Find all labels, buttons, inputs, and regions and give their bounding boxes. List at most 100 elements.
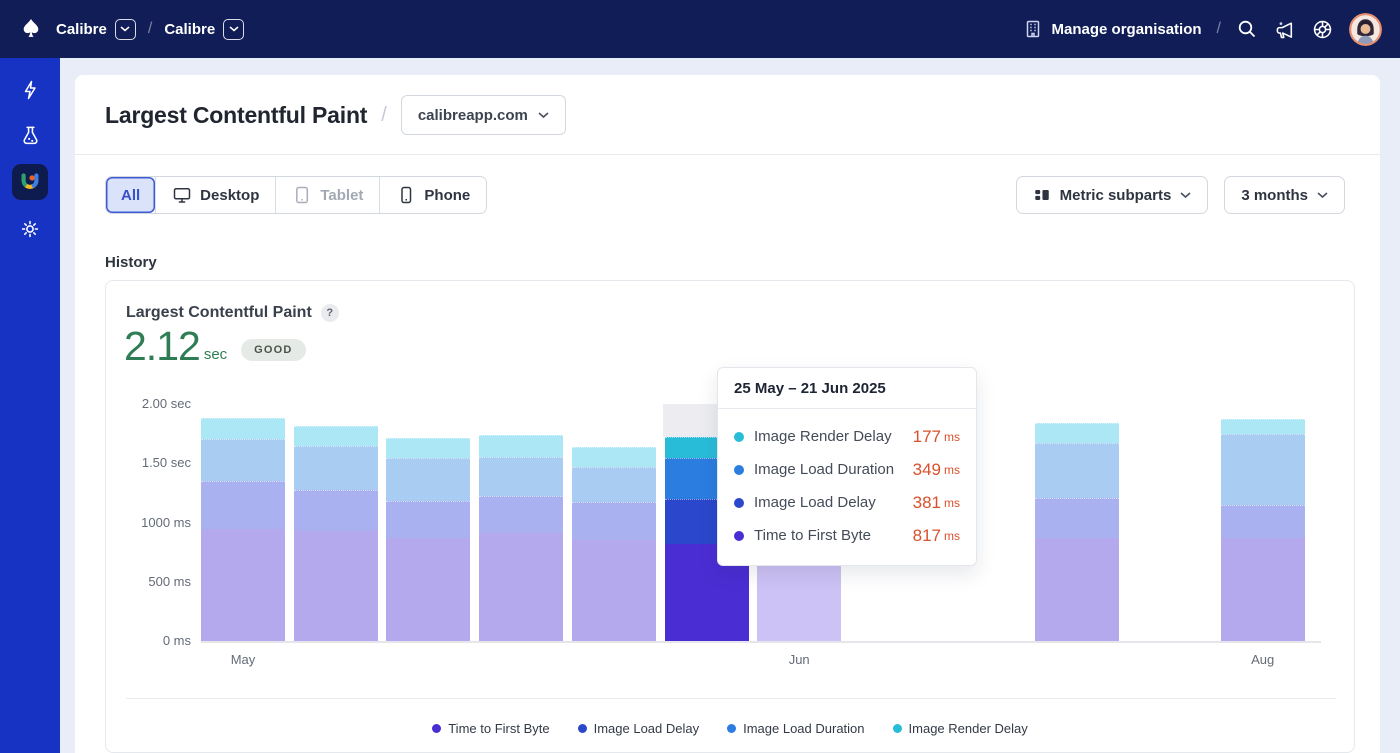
legend-label: Image Render Delay	[909, 721, 1028, 736]
metric-unit: sec	[204, 346, 227, 363]
sidebar-crux-active-item[interactable]	[12, 164, 48, 200]
bar-segment-image-load-duration	[386, 458, 470, 501]
y-axis-tick: 2.00 sec	[106, 396, 191, 411]
legend-item[interactable]: Time to First Byte	[432, 721, 549, 736]
chart-title: Largest Contentful Paint	[126, 304, 312, 322]
tab-phone[interactable]: Phone	[379, 177, 486, 213]
help-lifebuoy-icon[interactable]	[1311, 18, 1334, 41]
tooltip-series-value: 817	[913, 526, 941, 546]
page-header: Largest Contentful Paint / calibreapp.co…	[105, 95, 566, 135]
series-dot-icon	[734, 432, 744, 442]
bar-segment-time-to-first-byte	[201, 529, 285, 641]
chevron-down-icon	[1317, 192, 1328, 199]
org-switcher-chevron-icon[interactable]	[115, 19, 136, 40]
series-dot-icon	[734, 531, 744, 541]
tooltip-series-unit: ms	[944, 430, 960, 444]
bar-segment-image-render-delay	[386, 438, 470, 458]
time-range-label: 3 months	[1241, 187, 1308, 204]
tab-all-label: All	[121, 187, 140, 204]
site-selector-dropdown[interactable]: calibreapp.com	[401, 95, 566, 135]
calibre-spade-logo-icon[interactable]	[18, 16, 44, 43]
bar-segment-image-render-delay	[572, 447, 656, 467]
manage-organisation-link[interactable]: Manage organisation	[1022, 18, 1202, 40]
bar-segment-image-load-duration	[479, 457, 563, 496]
chart-legend: Time to First Byte Image Load Delay Image …	[106, 721, 1354, 736]
tooltip-series-value: 177	[913, 427, 941, 447]
legend-dot-icon	[727, 724, 736, 733]
history-bar[interactable]	[572, 404, 656, 641]
subparts-layout-icon	[1033, 186, 1051, 204]
time-range-dropdown[interactable]: 3 months	[1224, 176, 1345, 214]
history-bar[interactable]	[386, 404, 470, 641]
bar-segment-image-load-duration	[294, 446, 378, 490]
history-bar[interactable]	[1035, 404, 1119, 641]
tooltip-series-unit: ms	[944, 496, 960, 510]
x-axis-label: Aug	[1223, 652, 1303, 667]
tab-desktop[interactable]: Desktop	[155, 177, 275, 213]
org-switcher[interactable]: Calibre	[56, 19, 136, 40]
history-heading: History	[105, 254, 157, 271]
bar-segment-image-load-delay	[386, 501, 470, 538]
nav-separator: /	[1217, 20, 1221, 38]
history-bar[interactable]	[201, 404, 285, 641]
legend-item[interactable]: Image Load Duration	[727, 721, 864, 736]
metric-subparts-dropdown[interactable]: Metric subparts	[1016, 176, 1209, 214]
bar-segment-time-to-first-byte	[572, 540, 656, 641]
building-icon	[1022, 18, 1044, 40]
metric-subparts-label: Metric subparts	[1060, 187, 1172, 204]
legend-dot-icon	[432, 724, 441, 733]
bar-segment-image-render-delay	[201, 418, 285, 440]
page-title: Largest Contentful Paint	[105, 102, 367, 129]
tab-all[interactable]: All	[106, 177, 155, 213]
site-selector-value: calibreapp.com	[418, 107, 528, 124]
bar-segment-image-load-duration	[201, 439, 285, 481]
header-divider	[75, 154, 1380, 155]
user-avatar[interactable]	[1349, 13, 1382, 46]
bar-segment-image-load-delay	[479, 496, 563, 533]
announcements-megaphone-icon[interactable]	[1273, 18, 1296, 41]
top-navbar: Calibre / Calibre Manage organisation /	[0, 0, 1400, 58]
bar-segment-time-to-first-byte	[1035, 538, 1119, 641]
series-dot-icon	[734, 465, 744, 475]
bar-segment-image-render-delay	[1035, 423, 1119, 443]
tab-tablet[interactable]: Tablet	[275, 177, 379, 213]
legend-label: Image Load Duration	[743, 721, 864, 736]
series-dot-icon	[734, 498, 744, 508]
search-icon[interactable]	[1236, 18, 1258, 40]
y-axis-tick: 1000 ms	[106, 515, 191, 530]
chevron-down-icon	[1180, 192, 1191, 199]
team-switcher[interactable]: Calibre	[164, 19, 244, 40]
history-bar[interactable]	[294, 404, 378, 641]
team-switcher-chevron-icon[interactable]	[223, 19, 244, 40]
bar-segment-image-load-delay	[572, 502, 656, 540]
tooltip-date-range: 25 May – 21 Jun 2025	[718, 368, 976, 409]
sidebar-settings-gear-icon[interactable]	[14, 213, 46, 245]
y-axis-tick: 0 ms	[106, 633, 191, 648]
legend-label: Image Load Delay	[594, 721, 700, 736]
team-name: Calibre	[164, 21, 215, 38]
bar-segment-image-load-delay	[201, 481, 285, 529]
history-bar[interactable]	[1221, 404, 1305, 641]
sidebar-tests-flask-icon[interactable]	[14, 119, 46, 151]
legend-item[interactable]: Image Render Delay	[893, 721, 1028, 736]
tooltip-series-label: Image Load Duration	[754, 461, 894, 478]
history-bar[interactable]	[479, 404, 563, 641]
tab-tablet-label: Tablet	[320, 187, 363, 204]
phone-icon	[396, 185, 416, 205]
left-sidebar	[0, 58, 60, 753]
x-axis-label: May	[203, 652, 283, 667]
tooltip-series-label: Image Load Delay	[754, 494, 876, 511]
tooltip-series-label: Image Render Delay	[754, 428, 892, 445]
tablet-icon	[292, 185, 312, 205]
legend-divider	[126, 698, 1336, 699]
sidebar-pulse-lightning-icon[interactable]	[14, 74, 46, 106]
chart-filters: Metric subparts 3 months	[1016, 176, 1345, 214]
legend-dot-icon	[578, 724, 587, 733]
bar-segment-time-to-first-byte	[294, 531, 378, 641]
tooltip-row: Image Load Delay381ms	[734, 486, 960, 519]
metric-value: 2.12	[124, 323, 200, 370]
bar-segment-image-load-duration	[1035, 443, 1119, 498]
legend-item[interactable]: Image Load Delay	[578, 721, 700, 736]
help-badge[interactable]: ?	[321, 304, 339, 322]
tooltip-series-unit: ms	[944, 529, 960, 543]
